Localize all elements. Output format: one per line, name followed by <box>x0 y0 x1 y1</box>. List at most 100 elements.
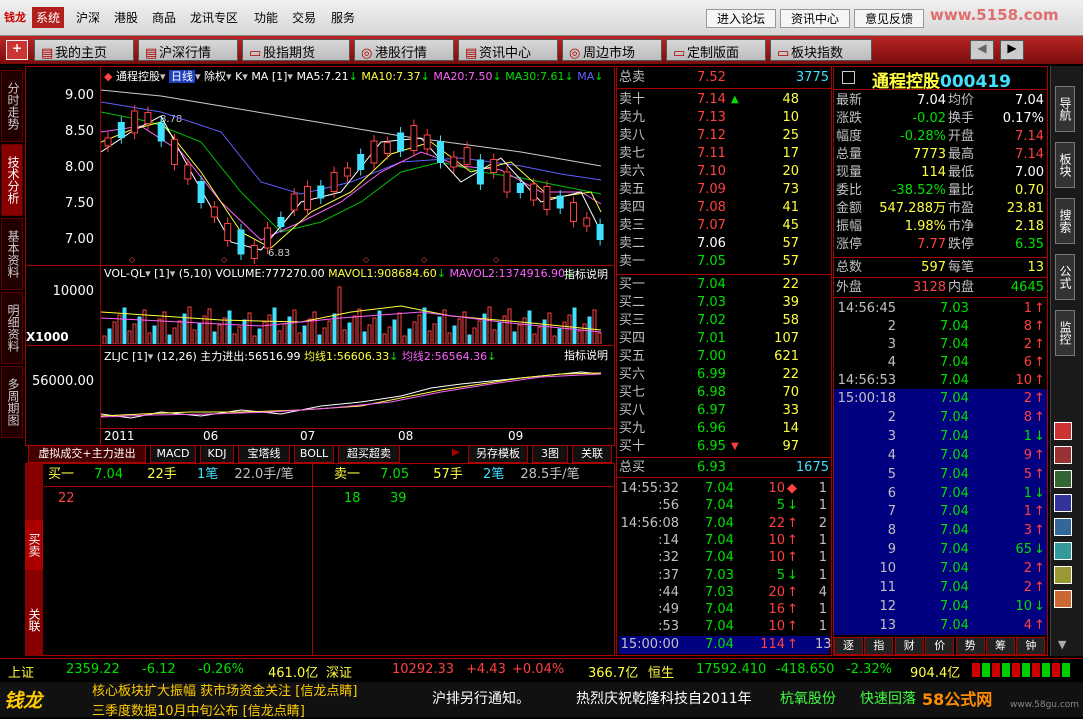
ask-row[interactable]: 卖三 7.07 45 <box>619 217 829 235</box>
tab-monitor[interactable]: 监控 <box>1055 310 1075 356</box>
tick-row[interactable]: :37 7.03 5 ↓ 1 <box>619 567 829 585</box>
ask-row[interactable]: 卖十 7.14 ▲ 48 <box>619 91 829 109</box>
view-button-1[interactable]: 逐 <box>834 637 863 655</box>
tab-macd[interactable]: MACD <box>150 445 196 463</box>
tick-row-selected[interactable]: 12 7.04 10 ↓ <box>836 598 1046 616</box>
tick-row[interactable]: 2 7.04 8 ↑ <box>836 318 1046 336</box>
bid-row[interactable]: 买二 7.03 39 <box>619 294 829 312</box>
grid-icon[interactable] <box>1054 542 1072 560</box>
tick-row[interactable]: 4 7.04 6 ↑ <box>836 354 1046 372</box>
back-arrow-icon[interactable]: ◀ <box>970 40 994 60</box>
bid-row[interactable]: 买四 7.01 107 <box>619 330 829 348</box>
news-line-2[interactable]: 三季度数据10月中旬公布 [信龙点睛] <box>92 700 422 719</box>
news-status[interactable]: 快速回落 <box>860 688 920 708</box>
tab-nav[interactable]: 导航 <box>1055 86 1075 132</box>
toolbar-custom[interactable]: ▭ 定制版面 <box>666 39 766 61</box>
tick-row-selected[interactable]: 13 7.04 4 ↑ <box>836 617 1046 635</box>
tick-row[interactable]: 14:56:45 7.03 1 ↑ <box>836 300 1046 318</box>
feedback-button[interactable]: 意见反馈 <box>854 9 925 28</box>
menu-longxun[interactable]: 龙讯专区 <box>190 9 238 26</box>
tick-row[interactable]: :32 7.04 10 ↑ 1 <box>619 549 829 567</box>
add-icon[interactable]: + <box>6 40 28 60</box>
bid-row[interactable]: 买八 6.97 33 <box>619 402 829 420</box>
toolbar-futures[interactable]: ▭ 股指期货 <box>242 39 350 61</box>
tab-technical[interactable]: 技术分析 <box>1 144 23 216</box>
three-chart-button[interactable]: 3图 <box>532 445 568 463</box>
forum-button[interactable]: 进入论坛 <box>706 9 777 28</box>
tick-row[interactable]: :53 7.04 10 ↑ 1 <box>619 618 829 636</box>
tab-scroll-icon[interactable]: ▶ <box>452 447 460 458</box>
save-template-button[interactable]: 另存模板 <box>468 445 528 463</box>
tick-row-selected[interactable]: 10 7.04 2 ↑ <box>836 560 1046 578</box>
ask-row[interactable]: 卖二 7.06 57 <box>619 235 829 253</box>
ask-row[interactable]: 卖九 7.13 10 <box>619 109 829 127</box>
toolbar-news[interactable]: ▤ 资讯中心 <box>458 39 558 61</box>
view-button-2[interactable]: 指 <box>864 637 894 655</box>
bid-row[interactable]: 买七 6.98 70 <box>619 384 829 402</box>
tick-row-selected[interactable]: 11 7.04 2 ↑ <box>836 579 1046 597</box>
tab-buysell[interactable]: 买卖 <box>25 520 43 570</box>
news-stock[interactable]: 杭氧股份 <box>780 688 836 708</box>
menu-fuwu[interactable]: 服务 <box>331 9 355 26</box>
tab-pagoda[interactable]: 宝塔线 <box>238 445 290 463</box>
menu-hushen[interactable]: 沪深 <box>76 9 100 26</box>
ask-row[interactable]: 卖八 7.12 25 <box>619 127 829 145</box>
tab-detail[interactable]: 明细资料 <box>1 292 23 364</box>
news-notice[interactable]: 沪排另行通知。 <box>432 688 530 708</box>
scroll-down-icon[interactable]: ▼ <box>1058 638 1066 651</box>
view-button-5[interactable]: 势 <box>955 637 985 655</box>
tab-overbought[interactable]: 超买超卖 <box>338 445 400 463</box>
tab-search[interactable]: 搜索 <box>1055 198 1075 244</box>
vol-indicator[interactable]: VOL-QL <box>104 267 145 280</box>
view-button-7[interactable]: 钟 <box>1016 637 1046 655</box>
ask-row[interactable]: 卖四 7.08 41 <box>619 199 829 217</box>
edit-icon[interactable] <box>1054 518 1072 536</box>
toolbar-home[interactable]: ▤ 我的主页 <box>34 39 134 61</box>
tick-row-selected[interactable]: 15:00:18 7.04 2 ↑ <box>836 390 1046 408</box>
tick-row-selected[interactable]: 6 7.04 1 ↓ <box>836 485 1046 503</box>
bid-row[interactable]: 买六 6.99 22 <box>619 366 829 384</box>
tick-row-selected[interactable]: 9 7.04 65 ↓ <box>836 541 1046 559</box>
tick-row[interactable]: :44 7.03 20 ↑ 4 <box>619 584 829 602</box>
view-button-6[interactable]: 筹 <box>986 637 1015 655</box>
view-button-4[interactable]: 价 <box>925 637 955 655</box>
tab-multiperiod[interactable]: 多周期图 <box>1 366 23 438</box>
index-sh-name[interactable]: 上证 <box>8 662 34 681</box>
tab-virtual-trade[interactable]: 虚拟成交+主力进出 <box>28 445 146 463</box>
view-button-3[interactable]: 财 <box>894 637 924 655</box>
toolbar-hushen[interactable]: ▤ 沪深行情 <box>138 39 238 61</box>
tick-row[interactable]: 3 7.04 2 ↑ <box>836 336 1046 354</box>
bid-row[interactable]: 买九 6.96 14 <box>619 420 829 438</box>
tick-row-selected[interactable]: 8 7.04 3 ↑ <box>836 522 1046 540</box>
tab-sector[interactable]: 板块 <box>1055 142 1075 188</box>
menu-gongneng[interactable]: 功能 <box>254 9 278 26</box>
tick-row-selected[interactable]: 4 7.04 9 ↑ <box>836 447 1046 465</box>
tab-formula[interactable]: 公式 <box>1055 254 1075 300</box>
news-center-button[interactable]: 资讯中心 <box>780 9 851 28</box>
tick-row-selected[interactable]: 2 7.04 8 ↑ <box>836 409 1046 427</box>
vol-param[interactable]: [1] <box>154 267 170 280</box>
ask-row[interactable]: 卖六 7.10 20 <box>619 163 829 181</box>
tick-row[interactable]: :56 7.04 5 ↓ 1 <box>619 497 829 515</box>
stock-info-icon[interactable] <box>842 71 855 84</box>
bid-row[interactable]: 买一 7.04 22 <box>619 276 829 294</box>
tick-row-selected[interactable]: 3 7.04 1 ↓ <box>836 428 1046 446</box>
ask-row[interactable]: 卖七 7.11 17 <box>619 145 829 163</box>
toolbar-hk[interactable]: ◎ 港股行情 <box>354 39 454 61</box>
menu-jiaoyi[interactable]: 交易 <box>292 9 316 26</box>
tick-row[interactable]: :14 7.04 10 ↑ 1 <box>619 532 829 550</box>
bid-row[interactable]: 买三 7.02 58 <box>619 312 829 330</box>
menu-shangpin[interactable]: 商品 <box>152 9 176 26</box>
tab-boll[interactable]: BOLL <box>294 445 334 463</box>
bid-row[interactable]: 买十 6.95 ▼ 97 <box>619 438 829 456</box>
tab-kdj[interactable]: KDJ <box>200 445 234 463</box>
calendar-icon[interactable] <box>1054 422 1072 440</box>
ask-row[interactable]: 卖五 7.09 73 <box>619 181 829 199</box>
index-hs-name[interactable]: 恒生 <box>648 662 674 681</box>
pie-icon[interactable] <box>1054 590 1072 608</box>
tick-row[interactable]: 14:56:53 7.04 10 ↑ <box>836 372 1046 390</box>
index-sz-name[interactable]: 深证 <box>326 662 352 681</box>
list-icon[interactable] <box>1054 446 1072 464</box>
news-line-1[interactable]: 核心板块扩大振幅 获市场资金关注 [信龙点睛] <box>92 680 422 699</box>
zljc-explain-link[interactable]: 指标说明 <box>564 347 608 363</box>
